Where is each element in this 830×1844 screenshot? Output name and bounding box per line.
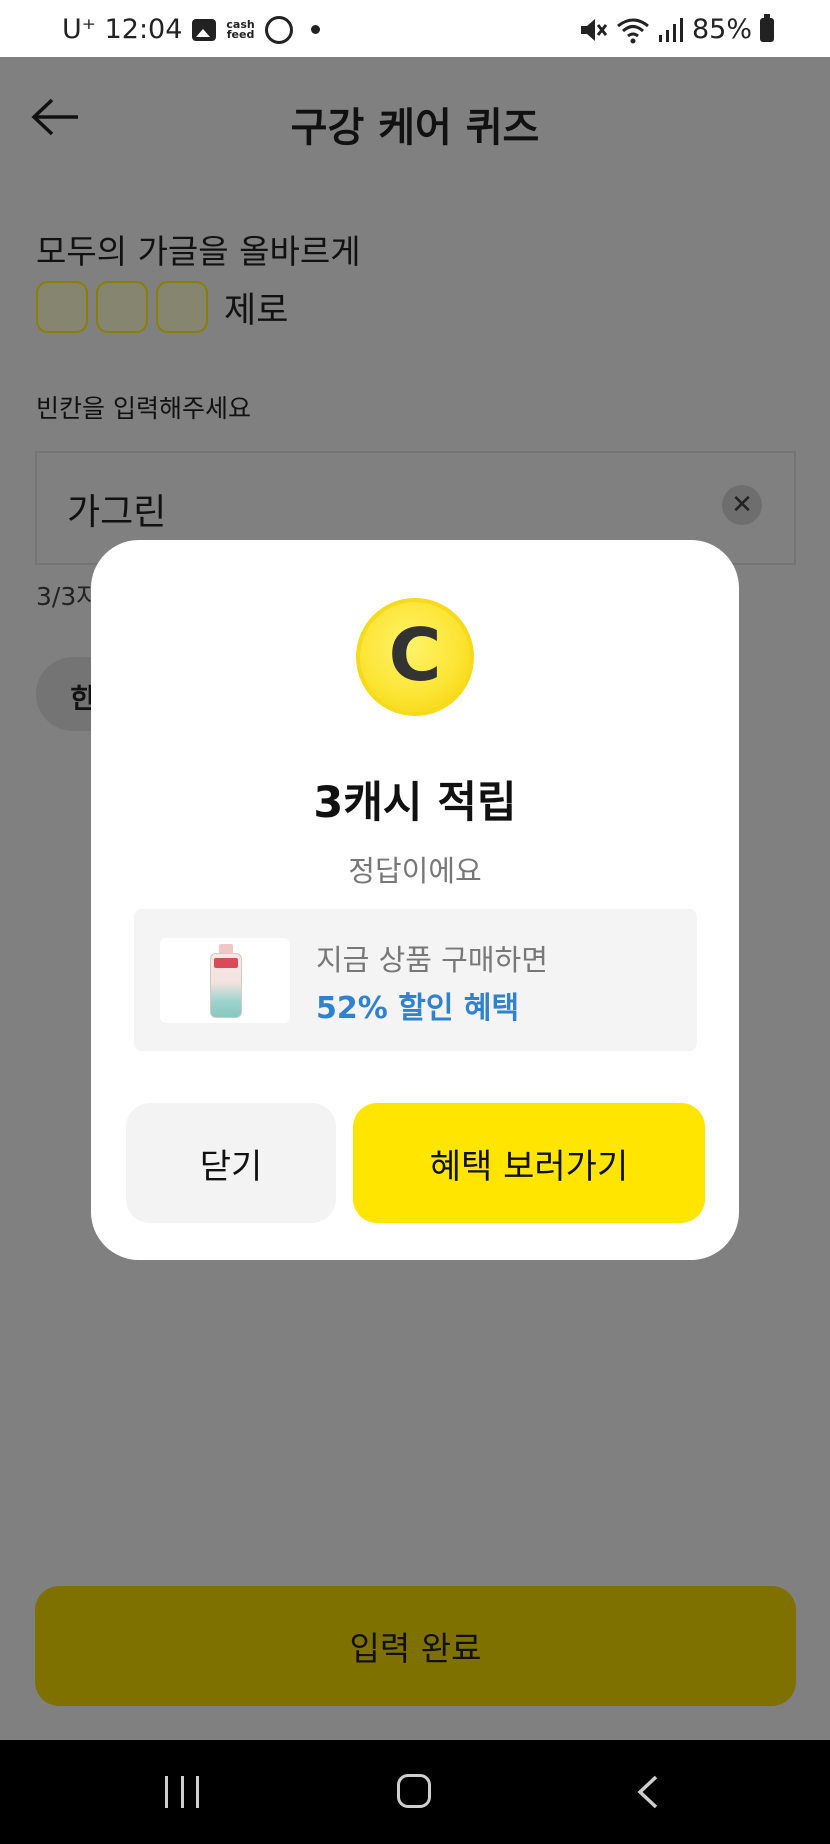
battery-icon [760, 13, 774, 42]
gallery-icon [192, 18, 217, 41]
product-thumbnail [160, 938, 290, 1023]
notification-dot-icon [310, 25, 320, 34]
blank-box [156, 281, 208, 333]
gem-icon [264, 15, 293, 44]
promo-text: 지금 상품 구매하면 [316, 943, 548, 977]
quiz-question: 모두의 가글을 올바르게 [36, 232, 361, 271]
reward-subtitle: 정답이에요 [348, 854, 482, 888]
nav-back-icon[interactable] [636, 1774, 660, 1810]
page-title: 구강 케어 퀴즈 [290, 105, 540, 151]
answer-blanks: 제로 [36, 281, 288, 333]
view-benefit-button[interactable]: 혜택 보러가기 [353, 1103, 705, 1223]
coin-letter: C [388, 613, 442, 697]
blank-box [96, 281, 148, 333]
wifi-icon [617, 18, 649, 43]
reward-modal: C 3캐시 적립 정답이에요 지금 상품 구매하면 52% 할인 혜택 닫기 혜… [91, 540, 739, 1260]
carrier-time: U⁺ 12:04 [62, 14, 183, 45]
home-icon[interactable] [397, 1774, 431, 1808]
reward-title: 3캐시 적립 [313, 778, 517, 828]
answer-value: 가그린 [67, 492, 167, 533]
system-nav-bar [0, 1740, 830, 1844]
prompt-label: 빈칸을 입력해주세요 [36, 394, 251, 423]
blank-box [36, 281, 88, 333]
status-right: 85% [578, 13, 774, 45]
battery-percent: 85% [691, 14, 752, 45]
blank-suffix: 제로 [224, 290, 289, 331]
close-button[interactable]: 닫기 [126, 1103, 336, 1223]
promo-banner[interactable]: 지금 상품 구매하면 52% 할인 혜택 [134, 909, 697, 1051]
submit-button[interactable]: 입력 완료 [35, 1586, 796, 1706]
char-count: 3/3자 [36, 582, 100, 611]
recents-icon[interactable] [165, 1776, 199, 1808]
mouthwash-bottle-image [210, 944, 242, 1018]
status-left: U⁺ 12:04 cash feed [62, 14, 320, 45]
cashfeed-icon: cash feed [226, 19, 255, 41]
promo-discount: 52% 할인 혜택 [316, 991, 520, 1026]
cashfeed-bottom: feed [226, 27, 255, 41]
clear-icon[interactable]: ✕ [722, 485, 762, 525]
signal-icon [658, 17, 683, 42]
mute-icon [580, 18, 608, 41]
status-bar: U⁺ 12:04 cash feed 85% [0, 0, 830, 57]
coin-icon: C [356, 598, 474, 716]
